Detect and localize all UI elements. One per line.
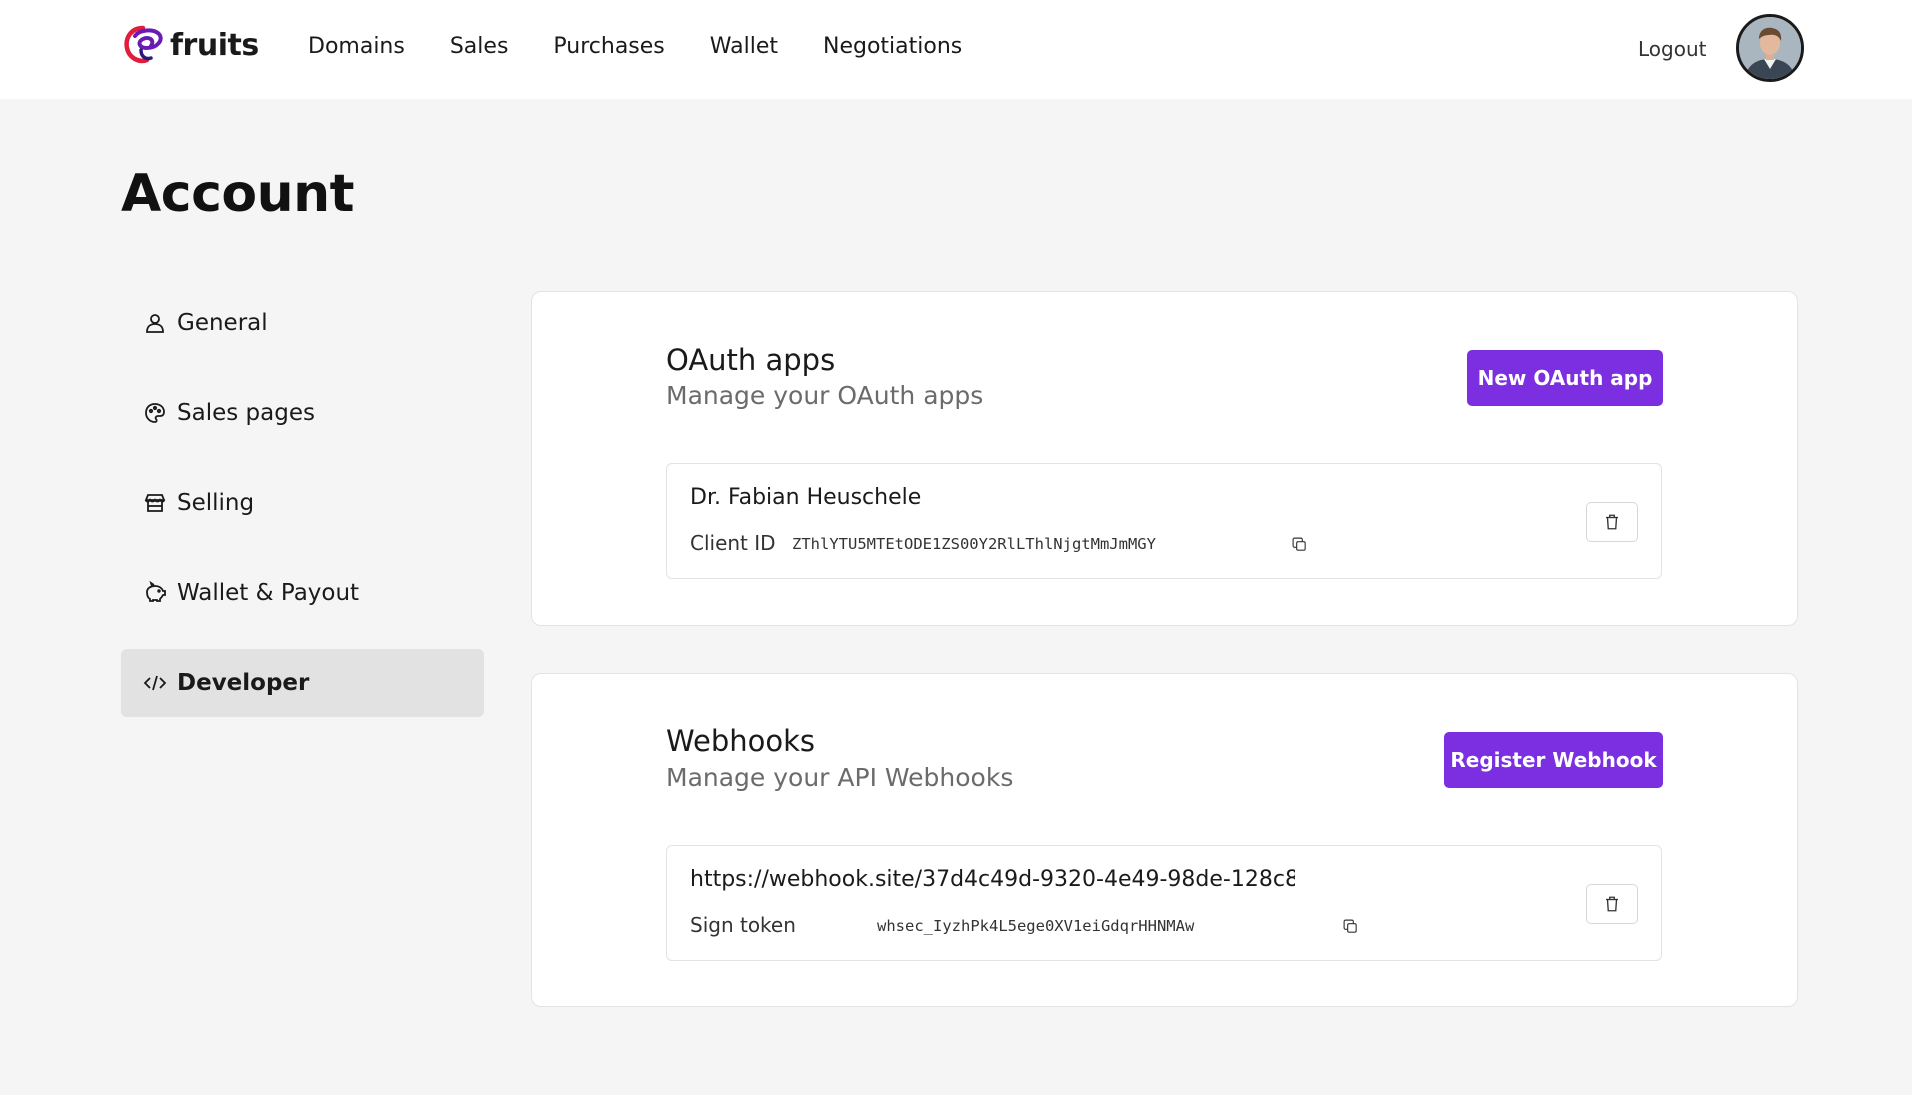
page-title: Account — [121, 164, 355, 224]
sign-token-value[interactable]: whsec_IyzhPk4L5ege0XV1eiGdqrHHNMAw — [877, 915, 1237, 937]
delete-webhook-button[interactable] — [1586, 884, 1638, 924]
sidebar-item-label: Developer — [177, 670, 310, 696]
oauth-app-item: Dr. Fabian Heuschele Client ID ZThlYTU5M… — [666, 463, 1662, 579]
oauth-subtitle: Manage your OAuth apps — [666, 381, 984, 410]
nav-domains[interactable]: Domains — [308, 32, 405, 62]
account-sidebar: General Sales pages Selling Wallet & Pay… — [121, 289, 484, 739]
fruits-logo-icon — [124, 25, 163, 64]
nav-sales[interactable]: Sales — [450, 32, 509, 62]
webhooks-title: Webhooks — [666, 724, 815, 758]
sidebar-item-label: Selling — [177, 490, 255, 516]
webhook-item: https://webhook.site/37d4c49d-9320-4e49-… — [666, 845, 1662, 961]
nav-wallet[interactable]: Wallet — [710, 32, 778, 62]
sidebar-item-selling[interactable]: Selling — [121, 469, 484, 537]
oauth-app-name: Dr. Fabian Heuschele — [690, 485, 922, 510]
brand-name: fruits — [170, 27, 259, 63]
oauth-title: OAuth apps — [666, 343, 836, 377]
logout-link[interactable]: Logout — [1638, 35, 1706, 63]
palette-icon — [143, 401, 167, 425]
sidebar-item-sales-pages[interactable]: Sales pages — [121, 379, 484, 447]
sidebar-item-wallet-payout[interactable]: Wallet & Payout — [121, 559, 484, 627]
user-icon — [143, 311, 167, 335]
piggy-bank-icon — [143, 581, 167, 605]
sidebar-item-label: General — [177, 310, 268, 336]
nav-purchases[interactable]: Purchases — [553, 32, 664, 62]
client-id-value[interactable]: ZThlYTU5MTEtODE1ZS00Y2RlLThlNjgtMmJmMGY — [792, 533, 1192, 555]
sidebar-item-label: Sales pages — [177, 400, 315, 426]
user-avatar-icon — [1739, 17, 1801, 79]
new-oauth-app-button[interactable]: New OAuth app — [1467, 350, 1663, 406]
brand-logo[interactable]: fruits — [121, 21, 259, 69]
copy-icon[interactable] — [1288, 533, 1310, 555]
webhook-url: https://webhook.site/37d4c49d-9320-4e49-… — [690, 867, 1295, 892]
sidebar-item-general[interactable]: General — [121, 289, 484, 357]
nav-negotiations[interactable]: Negotiations — [823, 32, 962, 62]
oauth-apps-card: OAuth apps Manage your OAuth apps New OA… — [531, 291, 1798, 626]
sidebar-item-label: Wallet & Payout — [177, 580, 360, 606]
trash-icon — [1606, 514, 1618, 530]
top-navbar: fruits Domains Sales Purchases Wallet Ne… — [0, 0, 1912, 99]
copy-icon[interactable] — [1339, 915, 1361, 937]
delete-oauth-app-button[interactable] — [1586, 502, 1638, 542]
sidebar-item-developer[interactable]: Developer — [121, 649, 484, 717]
webhooks-subtitle: Manage your API Webhooks — [666, 763, 1014, 792]
trash-icon — [1606, 896, 1618, 912]
avatar[interactable] — [1736, 14, 1804, 82]
webhooks-card: Webhooks Manage your API Webhooks Regist… — [531, 673, 1798, 1007]
store-icon — [143, 491, 167, 515]
main-nav: Domains Sales Purchases Wallet Negotiati… — [308, 32, 1007, 62]
register-webhook-button[interactable]: Register Webhook — [1444, 732, 1663, 788]
client-id-label: Client ID — [690, 531, 776, 555]
code-icon — [143, 671, 167, 695]
sign-token-label: Sign token — [690, 913, 796, 937]
